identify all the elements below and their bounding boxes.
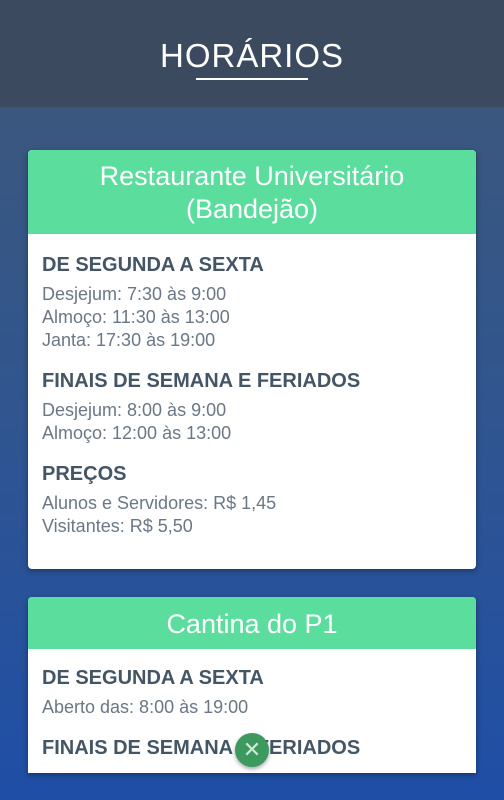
page-title: HORÁRIOS (159, 37, 345, 74)
schedule-line: Desjejum: 7:30 às 9:00 (42, 284, 227, 304)
schedule-line: Janta: 17:30 às 19:00 (42, 330, 216, 350)
cantina-name: Cantina do P1 (166, 609, 338, 639)
restaurant-card: Restaurante Universitário (Bandejão) DE … (28, 150, 476, 569)
title-underline (196, 78, 308, 80)
close-button[interactable]: ✕ (235, 733, 269, 767)
restaurant-name: Restaurante Universitário (99, 161, 405, 191)
schedule-line: Aberto das: 8:00 às 19:00 (42, 697, 249, 717)
schedule-line: Desjejum: 8:00 às 9:00 (42, 400, 227, 420)
app-header: HORÁRIOS (0, 0, 504, 107)
restaurant-card-body: DE SEGUNDA A SEXTA Desjejum: 7:30 às 9:0… (28, 234, 476, 538)
restaurant-subtitle: (Bandejão) (185, 194, 319, 224)
section-title-weekdays: DE SEGUNDA A SEXTA (42, 667, 264, 689)
section-title-weekends: FINAIS DE SEMANA E FERIADOS (42, 370, 361, 392)
close-icon: ✕ (242, 737, 262, 762)
cantina-card-header: Cantina do P1 (28, 597, 476, 649)
section-title-weekdays: DE SEGUNDA A SEXTA (42, 254, 264, 276)
schedule-line: Almoço: 12:00 às 13:00 (42, 423, 232, 443)
price-line: Visitantes: R$ 5,50 (42, 516, 193, 536)
restaurant-card-header: Restaurante Universitário (Bandejão) (28, 150, 476, 234)
price-line: Alunos e Servidores: R$ 1,45 (42, 493, 277, 513)
section-title-prices: PREÇOS (42, 463, 127, 485)
schedule-line: Almoço: 11:30 às 13:00 (42, 307, 230, 327)
